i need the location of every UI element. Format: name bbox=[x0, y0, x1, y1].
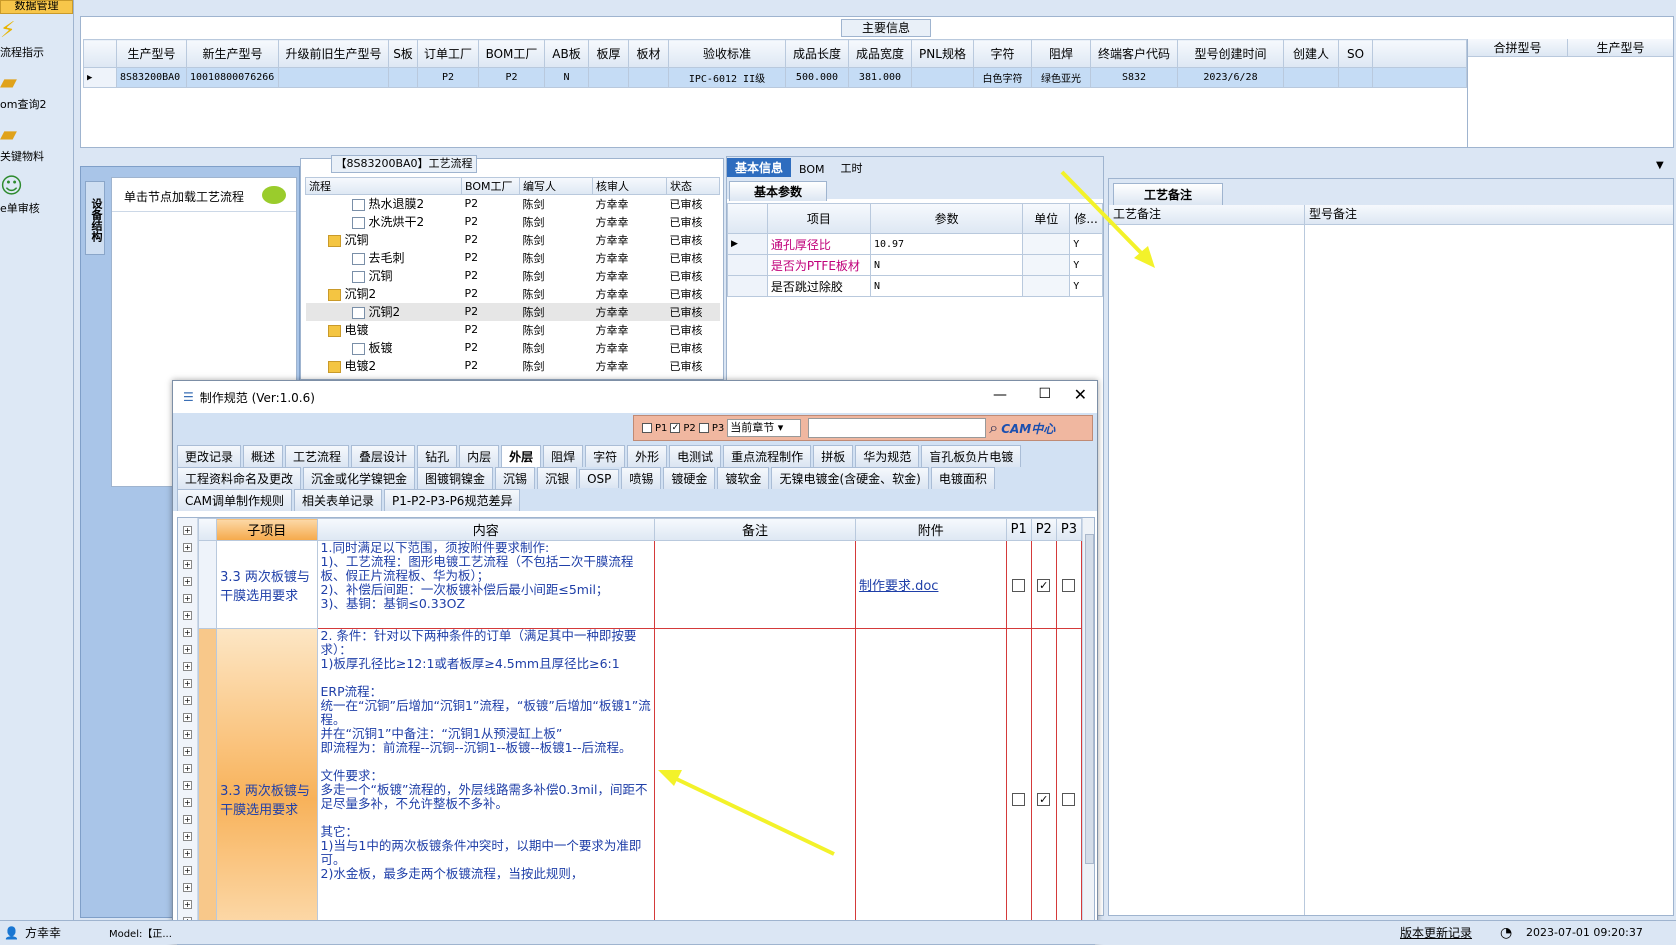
annotation-arrows bbox=[0, 0, 1676, 944]
arrow-to-content bbox=[666, 774, 834, 854]
arrow-to-remarks bbox=[1062, 172, 1150, 262]
